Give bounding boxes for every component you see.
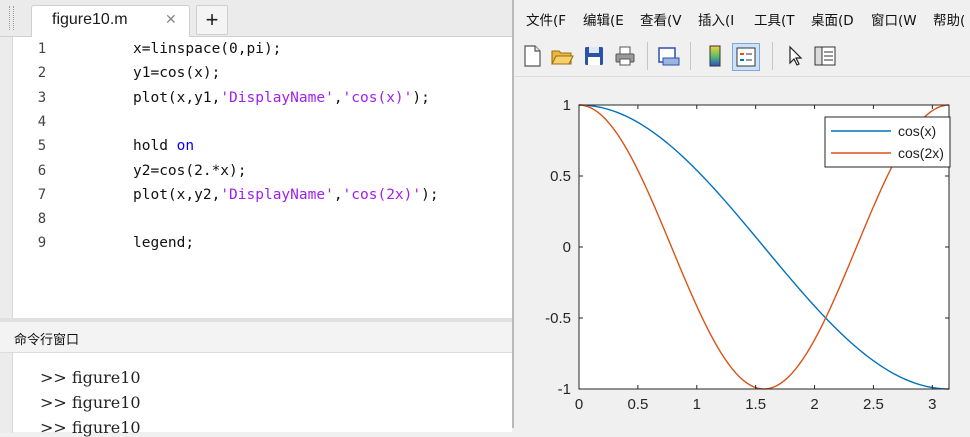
x-tick-label: 2.5 (863, 396, 884, 413)
menu-desktop[interactable]: 桌面(D (811, 9, 854, 29)
code-token: legend; (133, 235, 195, 252)
code-line[interactable]: 8 (0, 207, 512, 231)
code-line[interactable]: 1 x=linspace(0,pi); (0, 37, 512, 61)
string-token: 'cos(x)' (342, 89, 413, 106)
save-icon[interactable] (581, 43, 607, 69)
code-token: ); (412, 89, 430, 106)
x-tick-label: 3 (928, 396, 936, 413)
command-line: >> figure10 (40, 393, 141, 412)
print-preview-icon[interactable] (655, 43, 681, 69)
new-figure-icon[interactable] (519, 43, 545, 69)
menu-edit[interactable]: 编辑(E (583, 9, 624, 29)
code-token: , (333, 89, 343, 106)
print-icon[interactable] (612, 43, 638, 69)
toolbar-separator (647, 42, 648, 70)
code-line[interactable]: 2 y1=cos(x); (0, 61, 512, 85)
line-number: 2 (37, 65, 47, 82)
code-token: hold (133, 138, 177, 155)
y-tick-label: -1 (558, 381, 571, 398)
tab-figure10[interactable]: figure10.m ✕ (31, 5, 190, 37)
legend-label: cos(2x) (898, 145, 944, 161)
command-window-title: 命令行窗口 (14, 333, 80, 348)
editor-tab-bar: figure10.m ✕ + (0, 0, 512, 37)
x-tick-label: 1 (693, 396, 701, 413)
code-line[interactable]: 9 legend; (0, 231, 512, 255)
line-number: 8 (37, 211, 47, 228)
command-window-header: 命令行窗口 (0, 322, 512, 353)
string-token: 'DisplayName' (220, 89, 334, 106)
code-token: , (333, 186, 343, 203)
add-tab-button[interactable]: + (196, 5, 228, 35)
x-tick-label: 2 (810, 396, 818, 413)
colorbar-icon[interactable] (702, 43, 728, 69)
figure-window: 文件(F 编辑(E 查看(V 插入(I 工具(T 桌面(D 窗口(W 帮助(0… (512, 0, 970, 428)
drag-grip[interactable] (9, 6, 14, 30)
y-tick-label: -0.5 (545, 310, 571, 327)
y-tick-label: 0.5 (550, 168, 571, 185)
code-token: ); (421, 186, 439, 203)
line-number: 1 (37, 41, 47, 57)
code-line[interactable]: 6 y2=cos(2.*x); (0, 159, 512, 183)
code-text: hold on (133, 134, 194, 158)
x-tick-label: 0 (575, 396, 583, 413)
editor-panel: figure10.m ✕ + 1 x=linspace(0,pi); 2 y1=cos… (0, 0, 512, 318)
code-line[interactable]: 3 plot(x,y1,'DisplayName','cos(x)'); (0, 86, 512, 110)
code-line[interactable]: 5 hold on (0, 134, 512, 158)
string-token: 'cos(2x)' (342, 186, 422, 203)
y-tick-label: 0 (563, 239, 571, 256)
figure-toolbar (514, 36, 970, 77)
x-tick-label: 0.5 (627, 396, 648, 413)
code-token: y1=cos(x); (133, 65, 221, 82)
close-icon[interactable]: ✕ (165, 12, 177, 28)
pointer-icon[interactable] (782, 43, 808, 69)
figure-menu-bar: 文件(F 编辑(E 查看(V 插入(I 工具(T 桌面(D 窗口(W 帮助( (514, 0, 970, 36)
line-number: 7 (37, 186, 47, 203)
line-number: 4 (37, 113, 47, 130)
plot-canvas: 0 0.5 1 1.5 2 2.5 3 -1 -0.5 0 0.5 1 cos(x) cos(2x) (545, 97, 951, 413)
x-tick-label: 1.5 (745, 396, 766, 413)
toolbar-separator (690, 42, 691, 70)
code-text: x=linspace(0,pi); (133, 37, 281, 61)
menu-help[interactable]: 帮助( (933, 9, 965, 29)
plot-tools-icon[interactable] (812, 43, 838, 69)
code-text: plot(x,y1,'DisplayName','cos(x)'); (133, 86, 430, 110)
string-token: 'DisplayName' (220, 186, 334, 203)
code-line[interactable]: 7 plot(x,y2,'DisplayName','cos(2x)'); (0, 183, 512, 207)
menu-tools[interactable]: 工具(T (754, 9, 795, 29)
toolbar-separator (772, 42, 773, 70)
y-tick-label: 1 (563, 97, 571, 114)
menu-insert[interactable]: 插入(I (698, 9, 734, 29)
legend-label: cos(x) (898, 123, 936, 139)
code-text: plot(x,y2,'DisplayName','cos(2x)'); (133, 183, 439, 207)
code-text: legend; (133, 231, 194, 255)
code-token: y2=cos(2.*x); (133, 162, 247, 179)
line-number: 9 (37, 235, 47, 252)
menu-window[interactable]: 窗口(W (871, 9, 917, 29)
command-gutter (0, 353, 13, 433)
legend-icon[interactable] (732, 43, 760, 71)
menu-file[interactable]: 文件(F (526, 9, 566, 29)
code-token: plot(x,y2, (133, 186, 221, 203)
code-token: plot(x,y1, (133, 89, 221, 106)
command-window: 命令行窗口 >> figure10 >> figure10 >> figure1… (0, 318, 512, 437)
menu-view[interactable]: 查看(V (640, 9, 682, 29)
code-text: y2=cos(2.*x); (133, 159, 247, 183)
tab-label: figure10.m (52, 11, 128, 28)
keyword-token: on (176, 138, 195, 155)
code-line[interactable]: 4 (0, 110, 512, 134)
code-text: y1=cos(x); (133, 61, 220, 85)
line-number: 5 (37, 138, 47, 155)
open-file-icon[interactable] (549, 43, 575, 69)
code-token: x=linspace(0,pi); (133, 41, 282, 57)
line-number: 6 (37, 162, 47, 179)
legend[interactable]: cos(x) cos(2x) (824, 116, 951, 168)
command-line: >> figure10 (40, 368, 141, 387)
line-number: 3 (37, 89, 47, 106)
